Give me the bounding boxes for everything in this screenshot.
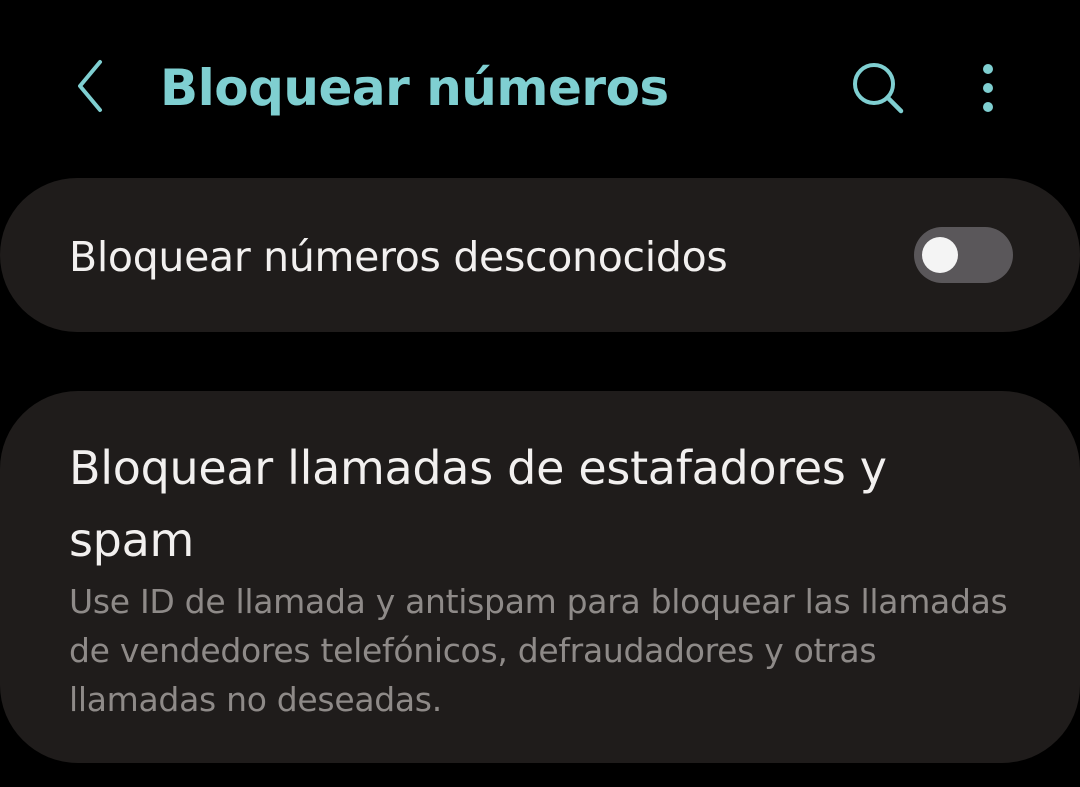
- block-unknown-label: Bloquear números desconocidos: [69, 233, 728, 281]
- block-numbers-screen: Bloquear números Bloquear números descon…: [0, 0, 1080, 787]
- app-bar: Bloquear números: [0, 0, 1080, 178]
- search-button[interactable]: [846, 58, 910, 118]
- search-icon: [853, 63, 904, 114]
- chevron-left-icon: [78, 60, 102, 112]
- page-title: Bloquear números: [160, 59, 669, 117]
- more-vertical-icon: [983, 64, 993, 112]
- block-spam-description: Use ID de llamada y antispam para bloque…: [69, 582, 1008, 719]
- toggle-knob: [922, 237, 958, 273]
- back-button[interactable]: [62, 56, 118, 116]
- block-spam-title: Bloquear llamadas de estafadores y spam: [69, 441, 887, 567]
- block-unknown-toggle[interactable]: [914, 227, 1013, 283]
- more-options-button[interactable]: [962, 58, 1014, 118]
